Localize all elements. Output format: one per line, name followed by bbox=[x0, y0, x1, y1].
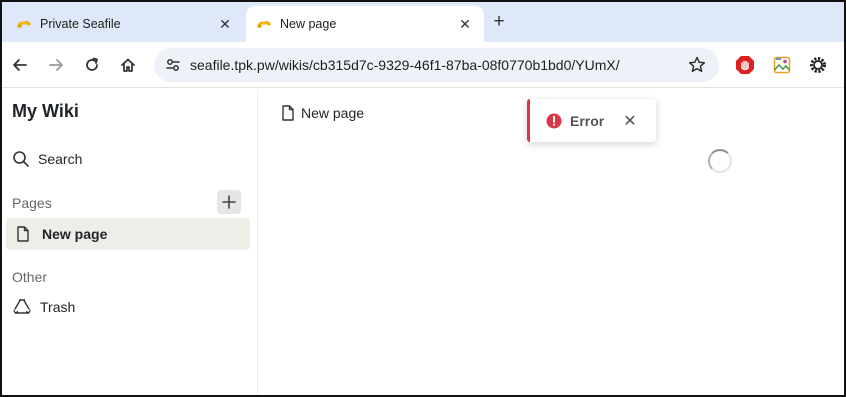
reload-button[interactable] bbox=[80, 53, 104, 77]
seafile-favicon-icon bbox=[256, 18, 272, 30]
seafile-favicon-icon bbox=[16, 18, 32, 30]
adblock-extension-icon[interactable] bbox=[734, 54, 756, 76]
browser-window: Private Seafile ✕ New page ✕ + seafile.t… bbox=[0, 0, 846, 397]
site-settings-icon[interactable] bbox=[164, 56, 182, 74]
home-icon bbox=[121, 58, 135, 72]
other-section-label: Other bbox=[12, 269, 48, 285]
address-bar[interactable]: seafile.tpk.pw/wikis/cb315d7c-9329-46f1-… bbox=[154, 48, 719, 82]
page-icon bbox=[17, 226, 29, 242]
trash-recycle-icon bbox=[13, 299, 31, 314]
url-text[interactable]: seafile.tpk.pw/wikis/cb315d7c-9329-46f1-… bbox=[190, 57, 620, 73]
gear-extension-icon[interactable] bbox=[807, 54, 829, 76]
tab-close-icon[interactable]: ✕ bbox=[456, 15, 474, 33]
tab-private-seafile[interactable]: Private Seafile ✕ bbox=[2, 6, 246, 42]
tab-strip: Private Seafile ✕ New page ✕ + bbox=[2, 2, 844, 42]
search-icon bbox=[13, 151, 29, 167]
toast-close-icon[interactable]: ✕ bbox=[623, 111, 636, 131]
page-label: New page bbox=[42, 226, 108, 242]
sidebar-search[interactable]: Search bbox=[12, 150, 82, 168]
tab-close-icon[interactable]: ✕ bbox=[216, 15, 234, 33]
forward-button[interactable] bbox=[44, 53, 68, 77]
sidebar-page-new-page[interactable]: New page bbox=[6, 218, 250, 250]
add-page-button[interactable] bbox=[217, 190, 241, 214]
pages-section-label: Pages bbox=[12, 195, 52, 211]
bookmark-star-icon[interactable] bbox=[687, 55, 707, 75]
sidebar-item-trash[interactable]: Trash bbox=[12, 298, 75, 316]
loading-spinner-icon bbox=[708, 149, 732, 173]
plus-icon bbox=[222, 195, 236, 209]
error-toast: Error ✕ bbox=[527, 99, 656, 142]
page-breadcrumb: New page bbox=[281, 105, 364, 121]
wiki-title: My Wiki bbox=[12, 101, 79, 121]
home-button[interactable] bbox=[116, 53, 140, 77]
page-icon bbox=[282, 105, 294, 121]
wiki-sidebar: My Wiki Search Pages New page Other Tras… bbox=[2, 89, 258, 395]
forward-arrow-icon bbox=[49, 59, 63, 71]
reload-icon bbox=[86, 57, 98, 71]
tab-title: New page bbox=[280, 17, 337, 31]
page-title: New page bbox=[301, 105, 365, 121]
error-icon bbox=[546, 113, 562, 128]
browser-toolbar: seafile.tpk.pw/wikis/cb315d7c-9329-46f1-… bbox=[2, 42, 844, 88]
new-tab-button[interactable]: + bbox=[488, 11, 510, 33]
tab-title: Private Seafile bbox=[40, 17, 121, 31]
search-label: Search bbox=[38, 151, 83, 167]
trash-label: Trash bbox=[40, 299, 76, 315]
back-button[interactable] bbox=[8, 53, 32, 77]
image-extension-icon[interactable] bbox=[771, 54, 793, 76]
tab-new-page[interactable]: New page ✕ bbox=[246, 6, 484, 42]
toast-message: Error bbox=[570, 112, 605, 129]
back-arrow-icon bbox=[13, 59, 27, 71]
